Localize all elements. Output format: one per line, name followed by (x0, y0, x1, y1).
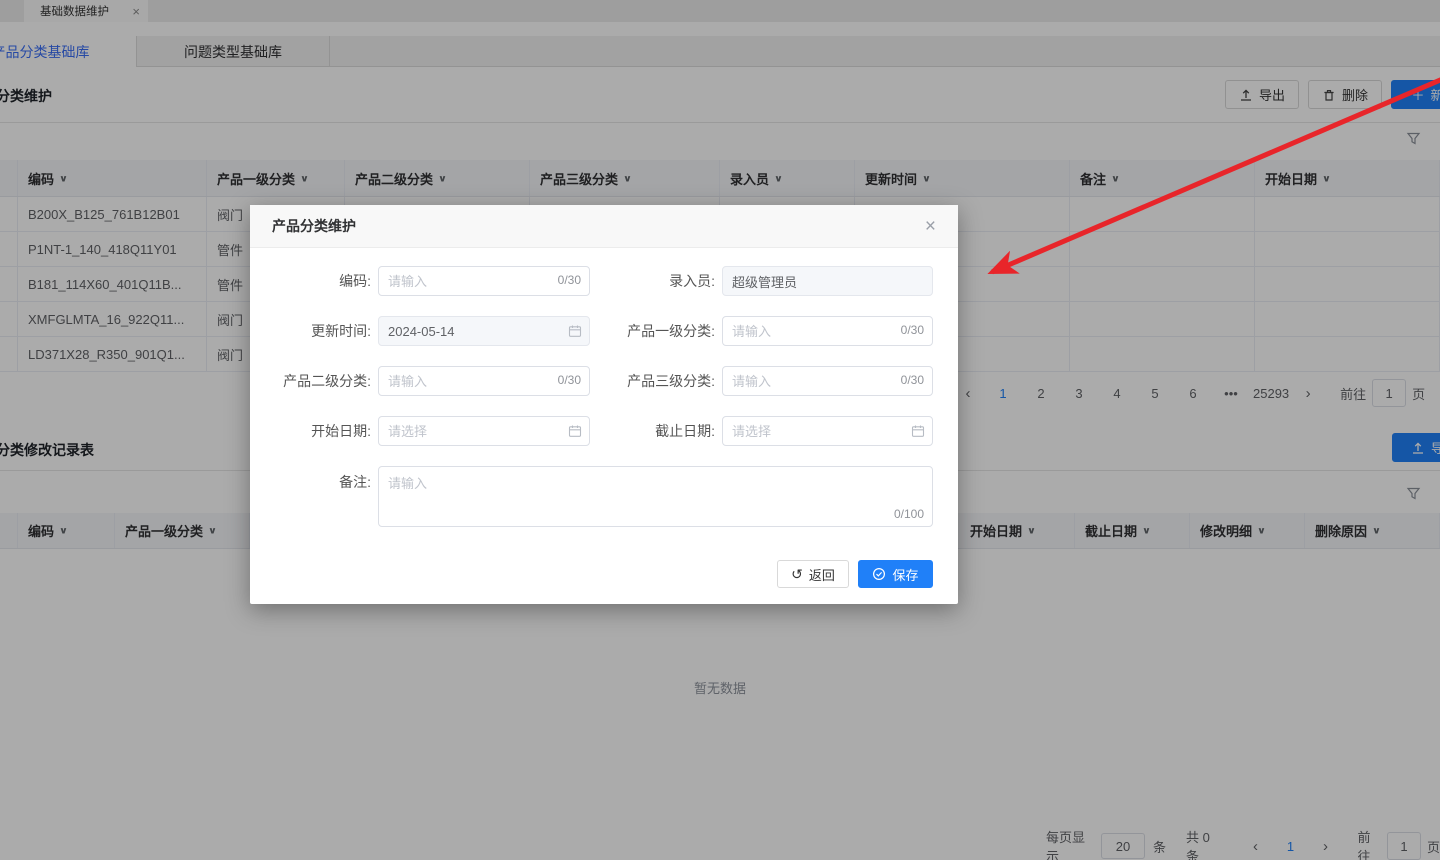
back-button[interactable]: ↺ 返回 (777, 560, 849, 588)
end-date-input[interactable] (722, 416, 933, 446)
remark-label: 备注: (339, 474, 371, 490)
code-input[interactable] (378, 266, 590, 296)
cat1-input[interactable] (722, 316, 933, 346)
dialog-header: 产品分类维护 × (250, 205, 958, 248)
remark-textarea[interactable] (378, 466, 933, 527)
save-label: 保存 (892, 567, 919, 583)
code-label: 编码: (339, 273, 371, 289)
start-date-input[interactable] (378, 416, 590, 446)
start-date-label: 开始日期: (311, 423, 371, 439)
back-label: 返回 (808, 567, 835, 583)
save-button[interactable]: 保存 (858, 560, 933, 588)
cat2-input[interactable] (378, 366, 590, 396)
dialog-title: 产品分类维护 (272, 218, 356, 234)
update-time-label: 更新时间: (311, 323, 371, 339)
close-icon[interactable]: × (925, 217, 936, 236)
check-circle-icon (873, 567, 886, 581)
cat3-input[interactable] (722, 366, 933, 396)
end-date-label: 截止日期: (655, 423, 715, 439)
recorder-label: 录入员: (669, 273, 715, 289)
cat3-label: 产品三级分类: (627, 373, 715, 389)
back-icon: ↺ (791, 566, 803, 582)
cat1-label: 产品一级分类: (627, 323, 715, 339)
cat2-label: 产品二级分类: (283, 373, 371, 389)
dialog-body: 编码: 0/30 录入员: 更新时间: (250, 248, 958, 527)
dialog-footer: ↺ 返回 保存 (777, 560, 933, 588)
product-category-dialog: 产品分类维护 × 编码: 0/30 录入员: 更新时间: (250, 205, 958, 604)
update-time-input (378, 316, 590, 346)
recorder-input (722, 266, 933, 296)
